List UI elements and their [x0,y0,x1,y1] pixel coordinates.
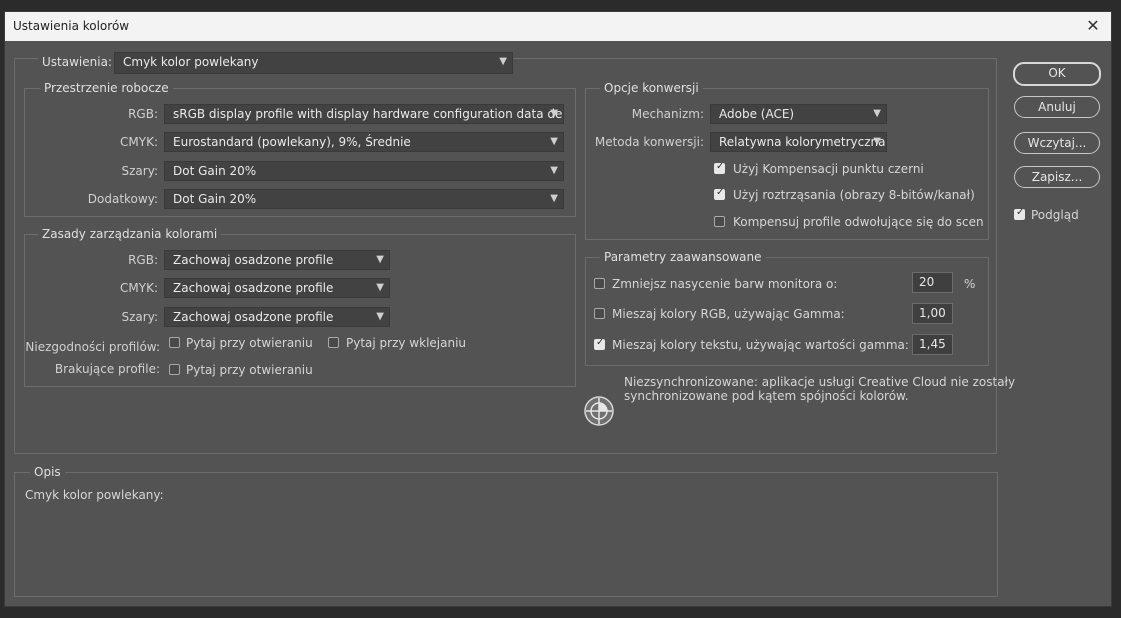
rgb-workspace-value: sRGB display profile with display hardwa… [173,107,564,121]
cancel-button[interactable]: Anuluj [1014,96,1100,118]
cmyk-workspace-select[interactable]: Eurostandard (powlekany), 9%, Średnie ▼ [164,132,564,152]
save-button[interactable]: Zapisz... [1014,166,1100,188]
chevron-down-icon: ▼ [499,56,507,67]
preview-checkbox[interactable] [1014,207,1025,220]
window-title: Ustawienia kolorów [13,19,130,33]
blend-rgb-input[interactable]: 1,00 [912,303,953,324]
blend-text-input[interactable]: 1,45 [912,334,953,355]
rgb-policy-value: Zachowaj osadzone profile [173,253,334,267]
sync-status-icon [584,396,614,426]
gray-policy-label: Szary: [121,310,158,324]
missing-label: Brakujące profile: [54,362,160,376]
cmyk-policy-select[interactable]: Zachowaj osadzone profile ▼ [164,278,390,298]
desaturate-label: Zmniejsz nasycenie barw monitora o: [612,277,838,291]
chevron-down-icon: ▼ [550,193,558,204]
chevron-down-icon: ▼ [376,311,384,322]
policies-title: Zasady zarządzania kolorami [38,227,222,241]
gray-workspace-select[interactable]: Dot Gain 20% ▼ [164,161,564,181]
blend-text-label: Mieszaj kolory tekstu, używając wartości… [612,338,909,352]
scene-checkbox[interactable] [714,216,725,227]
settings-label: Ustawienia: [38,55,118,69]
description-text: Cmyk kolor powlekany: [25,488,164,502]
blend-text-checkbox[interactable] [594,337,605,350]
load-button[interactable]: Wczytaj... [1014,132,1100,154]
intent-label: Metoda konwersji: [594,135,704,149]
spot-workspace-select[interactable]: Dot Gain 20% ▼ [164,189,564,209]
mismatch-open-checkbox[interactable] [169,337,180,348]
spot-workspace-value: Dot Gain 20% [173,192,257,206]
chevron-down-icon: ▼ [873,136,881,147]
intent-value: Relatywna kolorymetryczna [719,135,886,149]
gray-policy-value: Zachowaj osadzone profile [173,310,334,324]
preview-label: Podgląd [1031,208,1079,222]
rgb-workspace-label: RGB: [128,107,158,121]
dither-checkbox[interactable] [714,187,725,200]
cmyk-policy-value: Zachowaj osadzone profile [173,281,334,295]
rgb-policy-select[interactable]: Zachowaj osadzone profile ▼ [164,250,390,270]
chevron-down-icon: ▼ [376,254,384,265]
blend-rgb-checkbox[interactable] [594,308,605,319]
engine-value: Adobe (ACE) [719,107,795,121]
rgb-workspace-select[interactable]: sRGB display profile with display hardwa… [164,104,564,124]
settings-select[interactable]: Cmyk kolor powlekany ▼ [114,52,513,74]
gray-workspace-value: Dot Gain 20% [173,164,257,178]
spot-workspace-label: Dodatkowy: [87,192,158,206]
mismatch-paste-label: Pytaj przy wklejaniu [346,336,467,350]
desaturate-unit: % [964,277,976,291]
rgb-policy-label: RGB: [128,253,158,267]
ok-button[interactable]: OK [1013,62,1101,86]
mismatch-paste-checkbox[interactable] [328,337,339,348]
description-title: Opis [30,465,65,479]
missing-open-label: Pytaj przy otwieraniu [186,363,313,377]
scene-label: Kompensuj profile odwołujące się do scen [733,215,984,229]
mismatch-open-label: Pytaj przy otwieraniu [186,336,313,350]
title-bar: Ustawienia kolorów ✕ [5,12,1111,41]
cmyk-policy-label: CMYK: [120,281,158,295]
settings-select-value: Cmyk kolor powlekany [123,55,259,69]
chevron-down-icon: ▼ [376,282,384,293]
bpc-label: Użyj Kompensacji punktu czerni [733,162,924,176]
dither-label: Użyj roztrząsania (obrazy 8-bitów/kanał) [733,188,975,202]
chevron-down-icon: ▼ [550,136,558,147]
intent-select[interactable]: Relatywna kolorymetryczna ▼ [710,132,887,152]
engine-select[interactable]: Adobe (ACE) ▼ [710,104,887,124]
bpc-checkbox[interactable] [714,161,725,174]
engine-label: Mechanizm: [631,107,704,121]
desaturate-checkbox[interactable] [594,278,605,289]
cmyk-workspace-value: Eurostandard (powlekany), 9%, Średnie [173,135,411,149]
desaturate-input[interactable]: 20 [912,272,953,293]
chevron-down-icon: ▼ [550,165,558,176]
conversion-title: Opcje konwersji [600,81,703,95]
mismatch-label: Niezgodności profilów: [25,340,160,354]
workspaces-title: Przestrzenie robocze [40,81,173,95]
gray-workspace-label: Szary: [121,164,158,178]
sync-message-line2: synchronizowane pod kątem spójności kolo… [624,389,909,403]
gray-policy-select[interactable]: Zachowaj osadzone profile ▼ [164,307,390,327]
chevron-down-icon: ▼ [550,108,558,119]
sync-message-line1: Niezsynchronizowane: aplikacje usługi Cr… [624,375,1016,389]
advanced-title: Parametry zaawansowane [600,250,766,264]
chevron-down-icon: ▼ [873,108,881,119]
close-icon[interactable]: ✕ [1083,16,1103,36]
missing-open-checkbox[interactable] [169,364,180,375]
cmyk-workspace-label: CMYK: [120,135,158,149]
blend-rgb-label: Mieszaj kolory RGB, używając Gamma: [612,307,845,321]
